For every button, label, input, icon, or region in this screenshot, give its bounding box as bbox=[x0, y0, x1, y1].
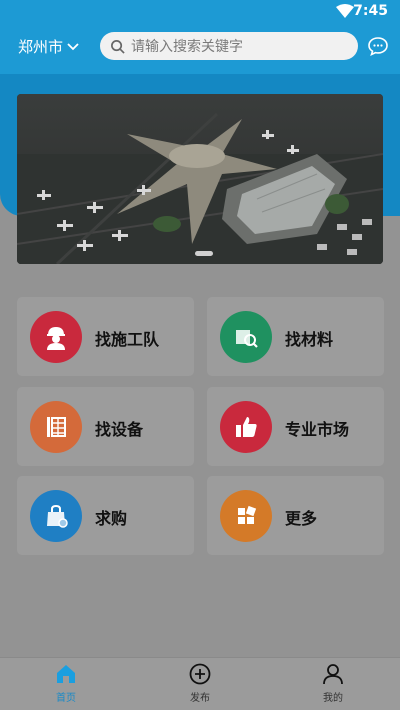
wifi-icon bbox=[336, 4, 354, 18]
category-card-professional-market[interactable]: 专业市场 bbox=[207, 387, 384, 466]
tab-label: 发布 bbox=[190, 693, 210, 704]
category-card-construction-team[interactable]: 找施工队 bbox=[17, 297, 194, 376]
city-label: 郑州市 bbox=[18, 38, 64, 56]
category-card-equipment[interactable]: 找设备 bbox=[17, 387, 194, 466]
airport-banner-image bbox=[17, 94, 383, 264]
category-card-purchase[interactable]: 求购 bbox=[17, 476, 194, 555]
tab-label: 我的 bbox=[323, 693, 343, 704]
chevron-down-icon bbox=[67, 42, 79, 50]
shopping-bag-icon bbox=[30, 490, 82, 542]
tab-mine[interactable]: 我的 bbox=[293, 662, 373, 704]
category-label: 求购 bbox=[95, 509, 128, 528]
thumbs-up-icon bbox=[220, 401, 272, 453]
category-card-more[interactable]: 更多 bbox=[207, 476, 384, 555]
carousel-indicator[interactable] bbox=[195, 251, 213, 256]
search-bar[interactable]: 请输入搜索关键字 bbox=[100, 32, 358, 60]
user-icon bbox=[323, 664, 343, 685]
status-time: 7:45 bbox=[353, 3, 388, 19]
chat-icon[interactable] bbox=[368, 36, 388, 56]
category-label: 找设备 bbox=[95, 420, 144, 439]
search-input[interactable]: 请输入搜索关键字 bbox=[131, 36, 243, 56]
home-icon bbox=[57, 665, 75, 683]
search-icon bbox=[111, 39, 125, 54]
tab-publish[interactable]: 发布 bbox=[160, 662, 240, 704]
status-bar: 7:45 bbox=[0, 0, 400, 24]
tab-home[interactable]: 首页 bbox=[26, 662, 106, 704]
banner-carousel[interactable] bbox=[17, 94, 383, 264]
category-card-materials[interactable]: 找材料 bbox=[207, 297, 384, 376]
equipment-icon bbox=[30, 401, 82, 453]
category-label: 更多 bbox=[285, 509, 318, 528]
tab-label: 首页 bbox=[56, 693, 76, 704]
worker-icon bbox=[30, 311, 82, 363]
plus-circle-icon bbox=[189, 663, 211, 685]
category-label: 找材料 bbox=[285, 330, 334, 349]
category-label: 找施工队 bbox=[95, 330, 160, 349]
more-grid-icon bbox=[220, 490, 272, 542]
category-label: 专业市场 bbox=[285, 420, 350, 439]
city-selector[interactable]: 郑州市 bbox=[18, 36, 79, 57]
materials-search-icon bbox=[220, 311, 272, 363]
bottom-tab-bar: 首页 发布 我的 bbox=[0, 657, 400, 710]
